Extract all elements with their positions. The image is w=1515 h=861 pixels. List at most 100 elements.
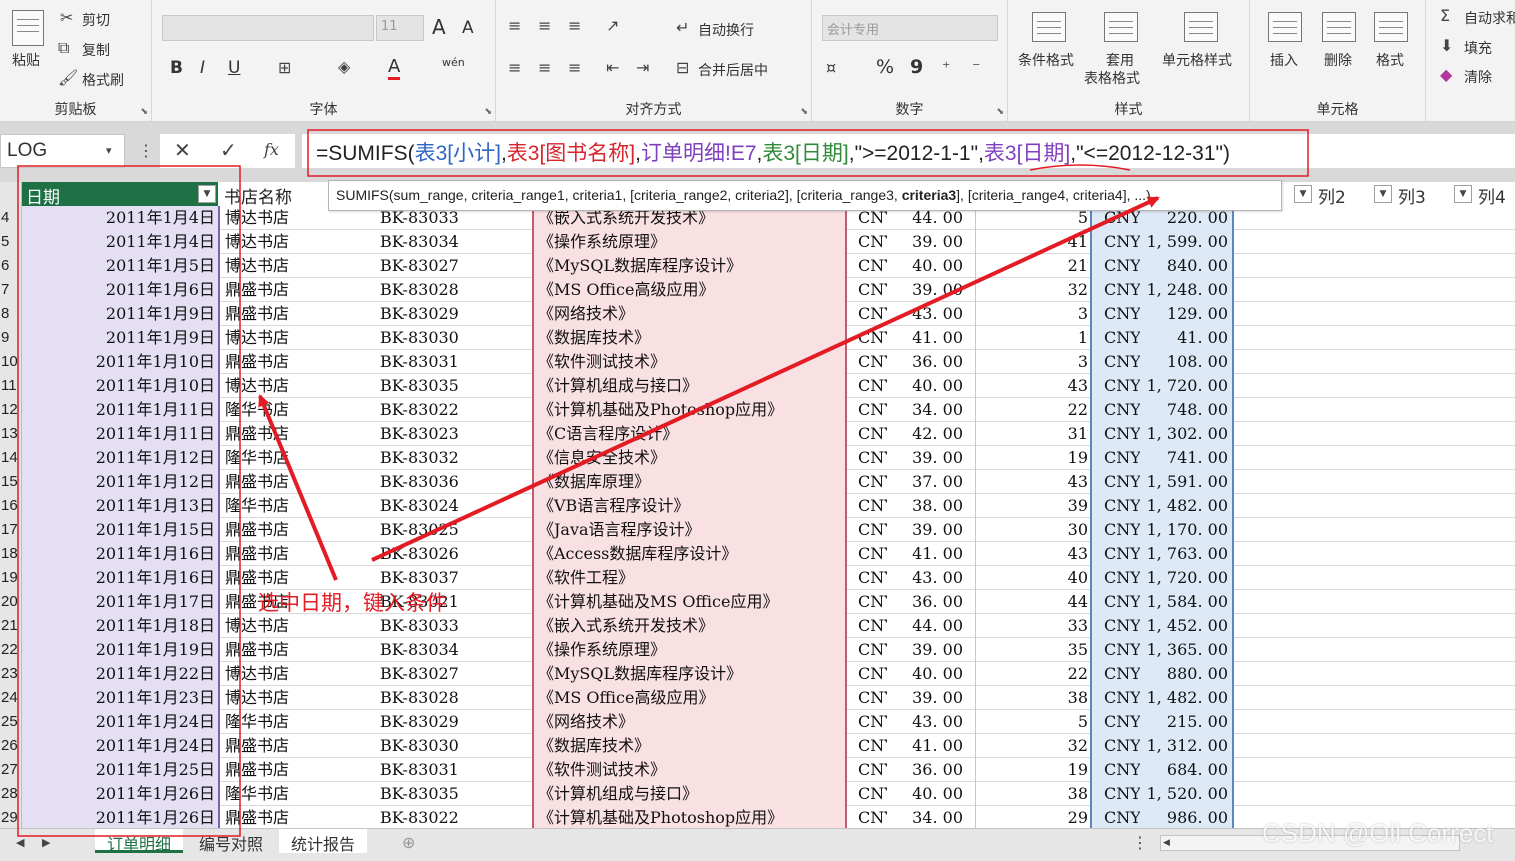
cell-subtotal[interactable]: 108. 00	[1140, 350, 1234, 374]
cell-currency[interactable]: CNY	[847, 278, 887, 302]
cell-quantity[interactable]: 19	[975, 758, 1090, 782]
table-row[interactable]: 102011年1月10日鼎盛书店BK-83031《软件测试技术》CNY36. 0…	[0, 350, 1515, 374]
cell-unit-price[interactable]: 37. 00	[887, 470, 975, 494]
cell-book-code[interactable]: BK-83024	[376, 494, 532, 518]
cell-currency[interactable]: CNY	[847, 542, 887, 566]
cell-currency[interactable]: CNY	[1090, 398, 1140, 422]
row-number[interactable]: 7	[0, 278, 22, 302]
comma-button[interactable]: 9	[910, 56, 923, 78]
cell-currency[interactable]: CNY	[847, 230, 887, 254]
more-options-icon[interactable]: ⋮	[138, 141, 154, 161]
cell-subtotal[interactable]: 1, 302. 00	[1140, 422, 1234, 446]
cell-book-title[interactable]: 《数据库技术》	[532, 326, 847, 350]
row-number[interactable]: 22	[0, 638, 22, 662]
underline-button[interactable]: U	[228, 58, 240, 78]
table-row[interactable]: 24 2011年1月23日 博达书店 BK-83028 《MS Office高级应用》 C…	[0, 686, 1515, 710]
cell-store[interactable]: 鼎盛书店	[218, 422, 376, 446]
cell-book-title[interactable]: 《Java语言程序设计》	[532, 518, 847, 542]
cell-unit-price[interactable]: 39. 00	[887, 638, 975, 662]
cell-book-code[interactable]: BK-83031	[376, 758, 532, 782]
cell-unit-price[interactable]: 41. 00	[887, 734, 975, 758]
cell-book-code[interactable]: BK-83030	[376, 326, 532, 350]
cell-store[interactable]: 博达书店	[218, 614, 376, 638]
cell-store[interactable]: 隆华书店	[218, 782, 376, 806]
cell-currency[interactable]: CNY	[1090, 302, 1140, 326]
number-format-combo[interactable]: 会计专用	[822, 15, 998, 41]
cell-date[interactable]: 2011年1月26日	[22, 806, 218, 828]
cell-book-title[interactable]: 《C语言程序设计》	[532, 422, 847, 446]
cell-subtotal[interactable]: 215. 00	[1140, 710, 1234, 734]
format-as-table-button[interactable]: 套用	[1106, 50, 1134, 70]
cell-store[interactable]: 隆华书店	[218, 710, 376, 734]
cell-currency[interactable]: CNY	[847, 326, 887, 350]
cell-currency[interactable]: CNY	[1090, 638, 1140, 662]
cell-unit-price[interactable]: 39. 00	[887, 686, 975, 710]
cell-book-code[interactable]: BK-83028	[376, 686, 532, 710]
cell-book-code[interactable]: BK-83023	[376, 422, 532, 446]
cell-currency[interactable]: CNY	[1090, 446, 1140, 470]
add-sheet-icon[interactable]: ⊕	[402, 833, 415, 853]
cut-button[interactable]: 剪切	[82, 10, 110, 30]
cell-currency[interactable]: CNY	[1090, 734, 1140, 758]
table-row[interactable]: 18 2011年1月16日 鼎盛书店 BK-83026 《Access数据库程序设计》 C…	[0, 542, 1515, 566]
header-col3[interactable]: 列3	[1394, 182, 1448, 206]
cell-unit-price[interactable]: 43. 00	[887, 566, 975, 590]
cell-unit-price[interactable]: 34. 00	[887, 806, 975, 828]
format-painter-button[interactable]: 格式刷	[82, 70, 124, 90]
row-number[interactable]: 29	[0, 806, 22, 828]
cell-store[interactable]: 博达书店	[218, 230, 376, 254]
cell-quantity[interactable]: 35	[975, 638, 1090, 662]
cell-book-title[interactable]: 《计算机基础及Photoshop应用》	[532, 806, 847, 828]
cell-store[interactable]: 鼎盛书店	[218, 470, 376, 494]
font-name-combo[interactable]	[162, 15, 374, 41]
cell-unit-price[interactable]: 41. 00	[887, 326, 975, 350]
align-bottom-icon[interactable]: ≡	[568, 16, 581, 36]
decrease-decimal-icon[interactable]: ⁻	[972, 58, 980, 78]
cell-currency[interactable]: CNY	[1090, 350, 1140, 374]
cell-store[interactable]: 鼎盛书店	[218, 638, 376, 662]
row-number[interactable]: 9	[0, 326, 22, 350]
cell-currency[interactable]: CNY	[847, 782, 887, 806]
cell-book-title[interactable]: 《MySQL数据库程序设计》	[532, 662, 847, 686]
cell-quantity[interactable]: 38	[975, 782, 1090, 806]
cell-book-code[interactable]: BK-83031	[376, 350, 532, 374]
tab-order-details[interactable]: 订单明细	[95, 829, 184, 854]
cell-currency[interactable]: CNY	[1090, 494, 1140, 518]
cell-book-title[interactable]: 《操作系统原理》	[532, 230, 847, 254]
cell-unit-price[interactable]: 43. 00	[887, 302, 975, 326]
tab-options-icon[interactable]: ⋮	[1132, 833, 1148, 853]
cell-unit-price[interactable]: 36. 00	[887, 758, 975, 782]
cell-date[interactable]: 2011年1月16日	[22, 542, 218, 566]
cell-currency[interactable]: CNY	[1090, 470, 1140, 494]
table-row[interactable]: 282011年1月26日隆华书店BK-83035《计算机组成与接口》CNY40.…	[0, 782, 1515, 806]
align-left-icon[interactable]: ≡	[508, 58, 521, 78]
cell-book-title[interactable]: 《信息安全技术》	[532, 446, 847, 470]
row-number[interactable]: 6	[0, 254, 22, 278]
cell-book-code[interactable]: BK-83029	[376, 710, 532, 734]
cell-currency[interactable]: CNY	[847, 398, 887, 422]
row-number[interactable]: 17	[0, 518, 22, 542]
row-number[interactable]: 14	[0, 446, 22, 470]
row-number[interactable]: 20	[0, 590, 22, 614]
cell-book-code[interactable]: BK-83028	[376, 278, 532, 302]
cell-store[interactable]: 隆华书店	[218, 494, 376, 518]
row-number[interactable]: 28	[0, 782, 22, 806]
orientation-icon[interactable]: ↗	[606, 16, 619, 36]
cell-quantity[interactable]: 22	[975, 398, 1090, 422]
insert-function-icon[interactable]: fx	[264, 140, 279, 160]
header-col2[interactable]: 列2	[1314, 182, 1368, 206]
format-as-table-label[interactable]: 表格格式	[1084, 68, 1140, 88]
cell-unit-price[interactable]: 41. 00	[887, 542, 975, 566]
italic-button[interactable]: I	[200, 58, 205, 78]
cell-book-code[interactable]: BK-83034	[376, 230, 532, 254]
table-row[interactable]: 23 2011年1月22日 博达书店 BK-83027 《MySQL数据库程序设计》 CN…	[0, 662, 1515, 686]
cell-currency[interactable]: CNY	[1090, 326, 1140, 350]
cell-book-title[interactable]: 《计算机组成与接口》	[532, 374, 847, 398]
cell-currency[interactable]: CNY	[847, 758, 887, 782]
cell-quantity[interactable]: 5	[975, 710, 1090, 734]
table-row[interactable]: 262011年1月24日鼎盛书店BK-83030《数据库技术》CNY41. 00…	[0, 734, 1515, 758]
fill-button[interactable]: 填充	[1464, 38, 1492, 58]
cell-currency[interactable]: CNY	[1090, 566, 1140, 590]
cell-currency[interactable]: CNY	[1090, 806, 1140, 828]
cell-currency[interactable]: CNY	[1090, 254, 1140, 278]
